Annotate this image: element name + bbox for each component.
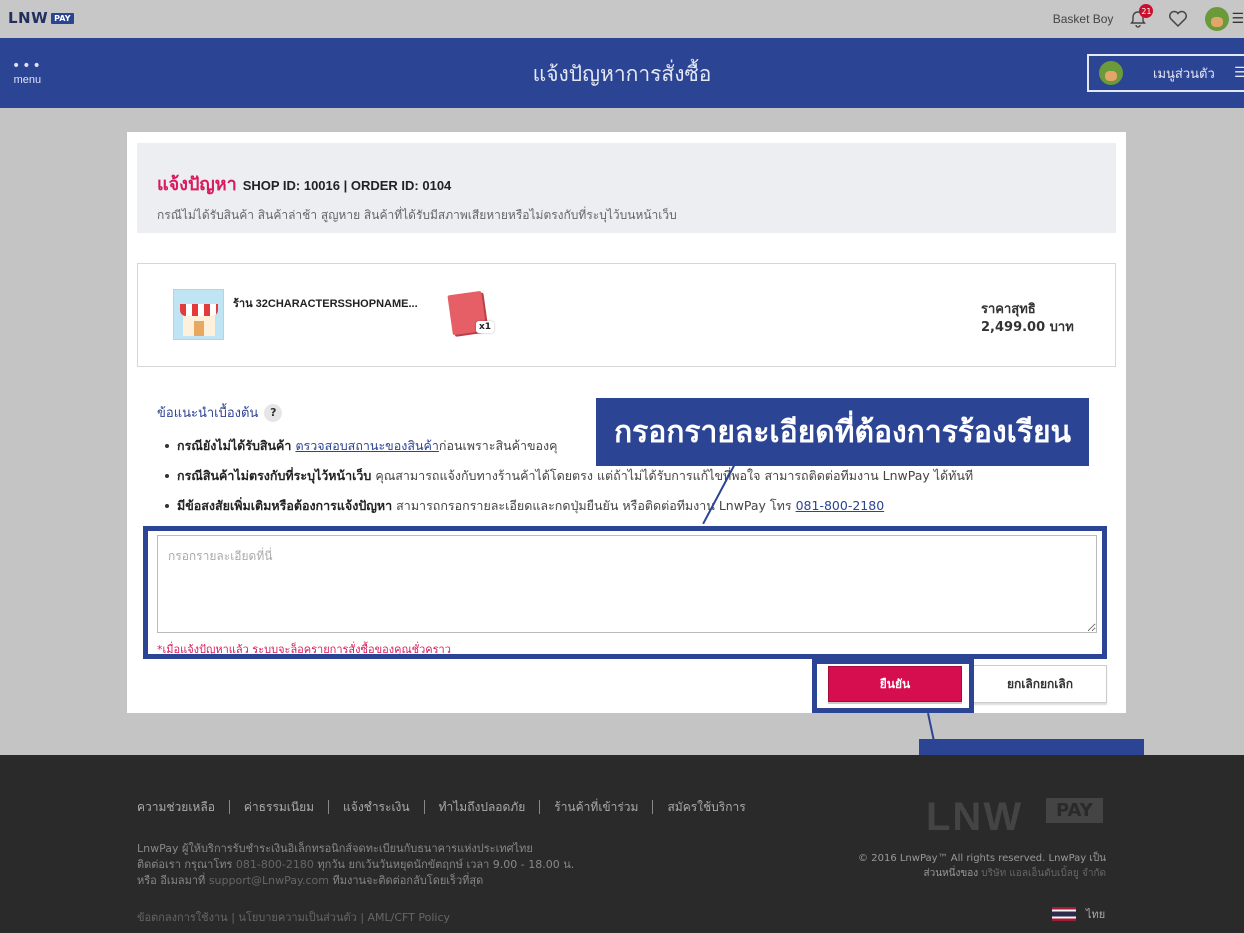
about-text: ทีมงานจะติดต่อกลับโดยเร็วที่สุด: [332, 874, 484, 887]
user-toolbar: Basket Boy 21 ☰: [1053, 4, 1244, 31]
about-line: ติดต่อเรา กรุณาโทร 081-800-2180 ทุกวัน ย…: [137, 857, 574, 873]
language-selector[interactable]: ไทย: [1052, 905, 1105, 923]
thai-flag-icon: [1052, 907, 1076, 921]
notification-button[interactable]: 21: [1125, 4, 1154, 31]
problem-info-box: แจ้งปัญหา SHOP ID: 10016 | ORDER ID: 010…: [137, 143, 1116, 233]
footer-logo-badge: PAY: [1046, 798, 1103, 823]
advice-item-text: สามารถกรอกรายละเอียดและกดปุ่มยืนยัน หรือ…: [396, 498, 792, 513]
hamburger-icon: ☰: [1234, 65, 1244, 81]
wishlist-button[interactable]: [1165, 7, 1191, 31]
button-callout-line: [927, 713, 935, 740]
footer-links: ความช่วยเหลือ ค่าธรรมเนียม แจ้งชำระเงิน …: [137, 800, 760, 814]
about-line: หรือ อีเมลมาที่ support@LnwPay.com ทีมงา…: [137, 873, 574, 889]
textarea-callout: กรอกรายละเอียดที่ต้องการร้องเรียน: [596, 398, 1089, 466]
advice-item: กรณีสินค้าไม่ตรงกับที่ระบุไว้หน้าเว็บ คุ…: [165, 466, 1095, 496]
footer-about: LnwPay ผู้ให้บริการรับชำระเงินอิเล็กทรอน…: [137, 841, 574, 889]
copyright-line: ส่วนหนึ่งของ บริษัท แอลเอ็นดับเบิ้ลยู จำ…: [858, 866, 1107, 881]
advice-item-bold: กรณียังไม่ได้รับสินค้า: [177, 438, 292, 453]
company-link[interactable]: บริษัท แอลเอ็นดับเบิ้ลยู จำกัด: [981, 868, 1106, 879]
order-ids: SHOP ID: 10016 | ORDER ID: 0104: [242, 178, 452, 193]
footer-email-link[interactable]: support@LnwPay.com: [209, 874, 329, 887]
about-text: ทุกวัน ยกเว้นวันหยุดนักขัตฤกษ์ เวลา 9.00…: [317, 858, 575, 871]
top-bar: LNW PAY Basket Boy 21 ☰: [0, 0, 1244, 38]
copyright-text: ส่วนหนึ่งของ: [923, 868, 979, 879]
user-avatar[interactable]: [1205, 7, 1230, 31]
quantity-badge: x1: [476, 321, 495, 333]
cancel-button[interactable]: ยกเลิกยกเลิก: [973, 665, 1107, 703]
footer-link[interactable]: แจ้งชำระเงิน: [328, 800, 424, 814]
page-title: แจ้งปัญหาการสั่งซื้อ: [532, 62, 712, 86]
about-text: ติดต่อเรา กรุณาโทร: [137, 858, 233, 871]
copyright-line: © 2016 LnwPay™ All rights reserved. LnwP…: [858, 853, 1106, 864]
personal-menu-button[interactable]: เมนูส่วนตัว ☰: [1087, 54, 1244, 92]
footer-link[interactable]: ร้านค้าที่เข้าร่วม: [539, 800, 652, 814]
hamburger-icon[interactable]: ☰: [1231, 11, 1244, 27]
personal-menu-label: เมนูส่วนตัว: [1153, 66, 1215, 82]
shop-name[interactable]: ร้าน 32CHARACTERSSHOPNAME...: [233, 294, 418, 312]
advice-item-text: ก่อนเพราะสินค้าของคุ: [438, 438, 558, 453]
footer-logo: LNW: [926, 795, 1024, 839]
footer-link[interactable]: ทำไมถึงปลอดภัย: [423, 800, 540, 814]
help-icon[interactable]: ?: [264, 403, 283, 422]
heart-icon: [1169, 10, 1188, 28]
advice-title: ข้อแนะนำเบื้องต้น: [157, 406, 259, 421]
logo-badge: PAY: [51, 12, 74, 24]
phone-link[interactable]: 081-800-2180: [796, 498, 885, 513]
personal-menu-avatar: [1099, 61, 1123, 85]
about-text: หรือ อีเมลมาที่: [137, 874, 206, 887]
footer-copyright: © 2016 LnwPay™ All rights reserved. LnwP…: [858, 851, 1106, 881]
footer-phone-link[interactable]: 081-800-2180: [236, 858, 314, 871]
language-label: ไทย: [1086, 908, 1106, 921]
footer: ความช่วยเหลือ ค่าธรรมเนียม แจ้งชำระเงิน …: [0, 755, 1244, 933]
product-image: x1: [447, 290, 495, 337]
shop-image: [173, 289, 224, 340]
username-link[interactable]: Basket Boy: [1053, 12, 1114, 26]
textarea-highlight-frame: [143, 526, 1107, 659]
advice-item-bold: กรณีสินค้าไม่ตรงกับที่ระบุไว้หน้าเว็บ: [177, 468, 372, 483]
footer-link[interactable]: ความช่วยเหลือ: [137, 800, 229, 814]
footer-policy-links[interactable]: ข้อตกลงการใช้งาน | นโยบายความเป็นส่วนตัว…: [137, 908, 450, 926]
order-summary: ร้าน 32CHARACTERSSHOPNAME... x1 ราคาสุทธ…: [137, 263, 1116, 367]
advice-item-text: คุณสามารถแจ้งกับทางร้านค้าได้โดยตรง แต่ถ…: [375, 468, 974, 483]
advice-item-bold: มีข้อสงสัยเพิ่มเติมหรือต้องการแจ้งปัญหา: [177, 498, 393, 513]
lnwpay-logo[interactable]: LNW PAY: [8, 9, 74, 27]
confirm-highlight-frame: [812, 659, 974, 713]
advice-item: มีข้อสงสัยเพิ่มเติมหรือต้องการแจ้งปัญหา …: [165, 496, 1095, 526]
net-price-value: 2,499.00 บาท: [981, 320, 1074, 335]
footer-link[interactable]: ค่าธรรมเนียม: [228, 800, 328, 814]
problem-title-row: แจ้งปัญหา SHOP ID: 10016 | ORDER ID: 010…: [157, 169, 451, 198]
notification-count-badge: 21: [1139, 4, 1154, 18]
check-status-link[interactable]: ตรวจสอบสถานะของสินค้า: [295, 438, 438, 453]
problem-subtitle: กรณีไม่ได้รับสินค้า สินค้าล่าช้า สูญหาย …: [157, 208, 677, 222]
footer-link[interactable]: สมัครใช้บริการ: [652, 800, 759, 814]
about-line: LnwPay ผู้ให้บริการรับชำระเงินอิเล็กทรอน…: [137, 842, 533, 855]
page-header: ••• menu แจ้งปัญหาการสั่งซื้อ เมนูส่วนตั…: [0, 38, 1244, 108]
advice-heading: ข้อแนะนำเบื้องต้น ?: [157, 402, 283, 423]
problem-title: แจ้งปัญหา: [157, 174, 237, 195]
logo-text: LNW: [8, 9, 49, 27]
